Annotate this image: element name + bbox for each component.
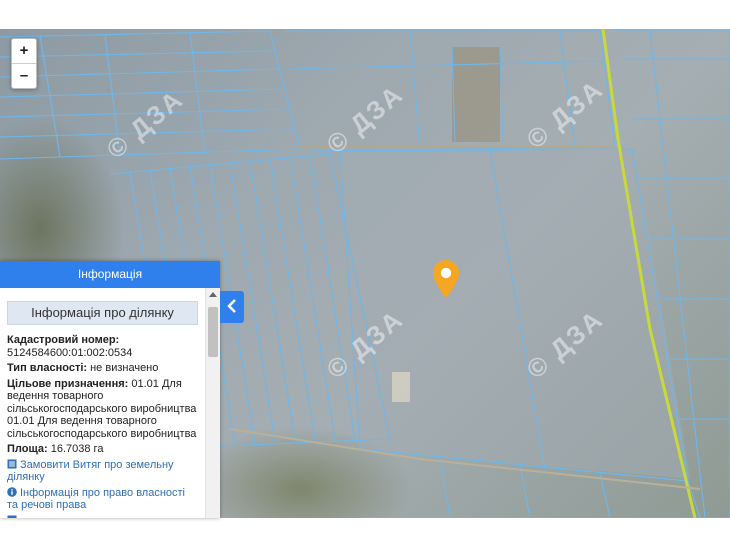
cadastral-value: 5124584600:01:002:0534 [7, 346, 133, 359]
collapse-panel-button[interactable] [220, 291, 244, 323]
area-value: 16.7038 га [47, 443, 104, 455]
panel-scrollbar[interactable] [205, 288, 220, 518]
ownership-value: не визначено [87, 362, 159, 374]
cadastral-label: Кадастровий номер: [7, 334, 120, 346]
section-title: Інформація про ділянку [7, 301, 198, 325]
purpose-label: Цільове призначення: [7, 377, 129, 390]
zoom-in-button[interactable]: + [12, 39, 36, 63]
ownership-rights-link[interactable]: Інформація про право власності та речові… [7, 487, 198, 512]
panel-body: Інформація про ділянку Кадастровий номер… [0, 288, 206, 518]
map-pin-icon[interactable] [432, 259, 460, 304]
zoom-control: + – [11, 38, 37, 89]
order-extract-link[interactable]: Замовити Витяг про земельну ділянку [7, 459, 198, 484]
document-icon [7, 515, 17, 518]
purpose-field: Цільове призначення: 01.01 Для ведення т… [7, 378, 198, 441]
zoom-out-button[interactable]: – [12, 63, 36, 88]
area-label: Площа: [7, 443, 48, 455]
ownership-label: Тип власності: [7, 362, 88, 374]
panel-header: Інформація [0, 261, 220, 288]
cadastral-field: Кадастровий номер: 5124584600:01:002:053… [7, 334, 198, 359]
scroll-up-icon[interactable] [209, 292, 217, 297]
info-panel: Інформація Інформація про ділянку Кадаст… [0, 261, 220, 518]
more-link[interactable] [7, 515, 198, 518]
scrollbar-thumb[interactable] [208, 307, 218, 357]
order-extract-label: Замовити Витяг про земельну ділянку [7, 458, 174, 484]
area-field: Площа: 16.7038 га [7, 443, 198, 456]
info-icon [7, 486, 17, 497]
document-icon [7, 459, 17, 468]
ownership-rights-label: Інформація про право власності та речові… [7, 486, 185, 512]
chevron-left-icon [227, 299, 236, 313]
ownership-field: Тип власності: не визначено [7, 362, 198, 375]
